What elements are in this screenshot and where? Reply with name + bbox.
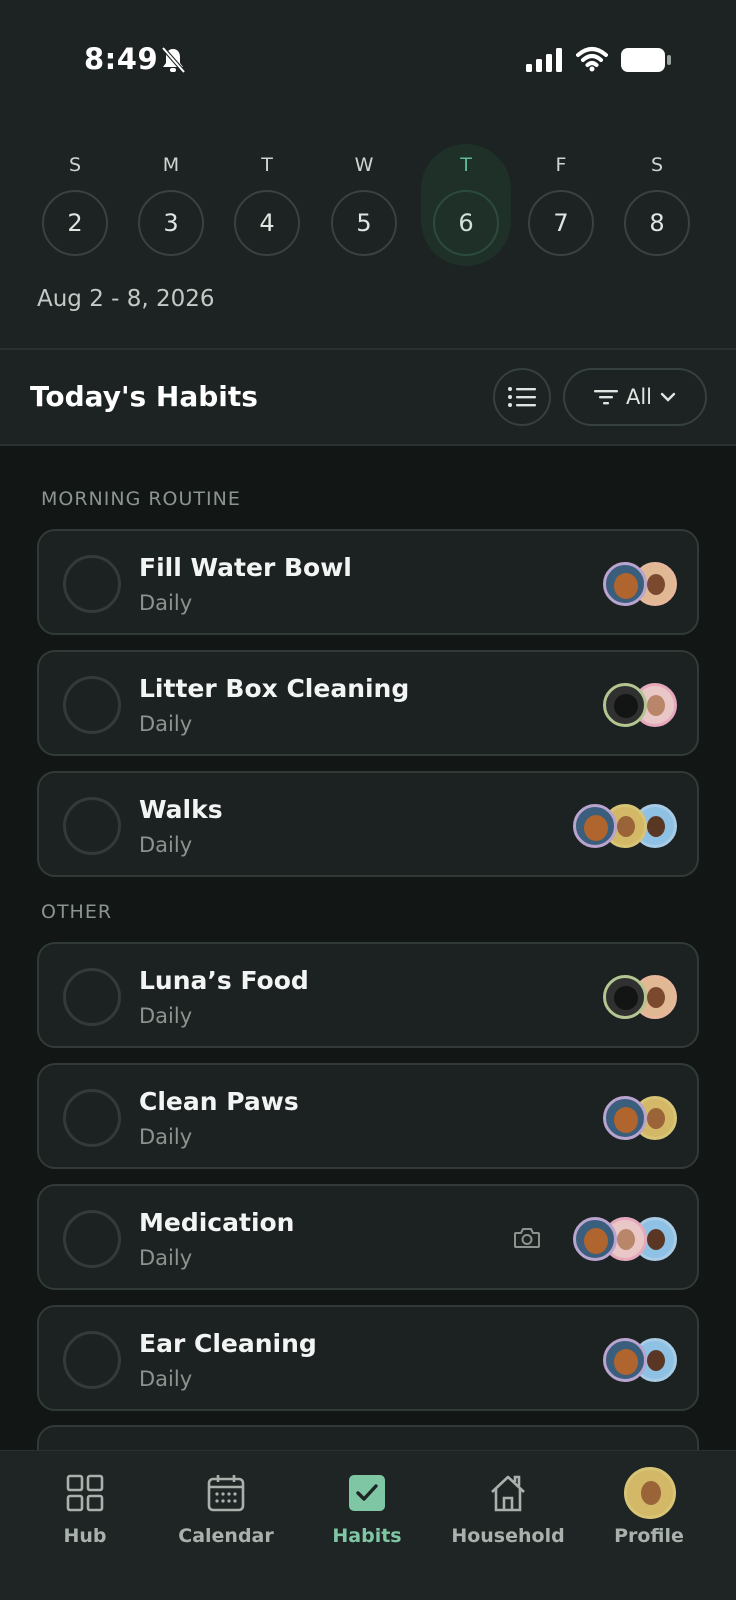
assignee-avatars xyxy=(603,683,677,727)
battery-icon xyxy=(621,48,671,72)
habit-card-walks[interactable]: Walks Daily xyxy=(37,771,699,877)
week-date-range: Aug 2 - 8, 2026 xyxy=(37,286,215,312)
status-bar: 8:49 xyxy=(0,0,736,120)
status-time: 8:49 xyxy=(84,42,159,76)
day-number: 5 xyxy=(331,190,397,256)
pet-avatar xyxy=(573,1217,617,1261)
habits-toolbar: Today's Habits All xyxy=(0,350,736,446)
day-thursday-selected[interactable]: T 6 xyxy=(421,144,511,266)
filter-value: All xyxy=(625,385,653,409)
assignee-avatars xyxy=(603,562,677,606)
tab-calendar[interactable]: Calendar xyxy=(161,1473,291,1573)
habit-name: Ear Cleaning xyxy=(139,1329,317,1358)
pet-avatar xyxy=(603,975,647,1019)
assignee-avatars xyxy=(573,1217,677,1261)
habit-name: Medication xyxy=(139,1208,295,1237)
calendar-icon xyxy=(207,1475,245,1512)
day-number: 7 xyxy=(528,190,594,256)
profile-avatar xyxy=(624,1467,676,1519)
day-number: 8 xyxy=(624,190,690,256)
list-view-button[interactable] xyxy=(493,368,551,426)
list-icon xyxy=(508,387,536,407)
habit-card-litter-box-cleaning[interactable]: Litter Box Cleaning Daily xyxy=(37,650,699,756)
pet-avatar xyxy=(573,804,617,848)
habit-check-circle[interactable] xyxy=(63,676,121,734)
chevron-down-icon xyxy=(660,392,676,402)
habit-card-clean-paws[interactable]: Clean Paws Daily xyxy=(37,1063,699,1169)
section-label-morning-routine: MORNING ROUTINE xyxy=(41,488,241,510)
page-title: Today's Habits xyxy=(30,380,258,413)
habit-name: Fill Water Bowl xyxy=(139,553,352,582)
bottom-tab-bar: Hub Calendar Habits Household Profile xyxy=(0,1450,736,1600)
habit-frequency: Daily xyxy=(139,591,193,615)
day-letter: F xyxy=(555,154,567,176)
assignee-avatars xyxy=(573,804,677,848)
habit-frequency: Daily xyxy=(139,1004,193,1028)
wifi-icon xyxy=(576,47,608,72)
day-sunday[interactable]: S 2 xyxy=(30,144,120,264)
habit-card-ear-cleaning[interactable]: Ear Cleaning Daily xyxy=(37,1305,699,1411)
habit-check-circle[interactable] xyxy=(63,797,121,855)
habit-name: Clean Paws xyxy=(139,1087,299,1116)
day-tuesday[interactable]: T 4 xyxy=(222,144,312,264)
week-strip: S 2 M 3 T 4 W 5 T 6 F 7 S 8 xyxy=(30,144,710,274)
day-wednesday[interactable]: W 5 xyxy=(319,144,409,264)
habit-card-medication[interactable]: Medication Daily xyxy=(37,1184,699,1290)
tab-label: Habits xyxy=(332,1525,402,1547)
habit-name: Litter Box Cleaning xyxy=(139,674,410,703)
assignee-avatars xyxy=(603,1338,677,1382)
day-letter: W xyxy=(354,154,374,176)
habit-name: Luna’s Food xyxy=(139,966,309,995)
tab-label: Profile xyxy=(614,1525,684,1547)
day-letter: T xyxy=(460,154,472,176)
habit-frequency: Daily xyxy=(139,1125,193,1149)
day-monday[interactable]: M 3 xyxy=(126,144,216,264)
day-number: 4 xyxy=(234,190,300,256)
habit-check-circle[interactable] xyxy=(63,1089,121,1147)
habit-frequency: Daily xyxy=(139,1367,193,1391)
day-letter: S xyxy=(68,154,82,176)
habit-check-circle[interactable] xyxy=(63,968,121,1026)
habit-check-circle[interactable] xyxy=(63,1331,121,1389)
habit-check-circle[interactable] xyxy=(63,1210,121,1268)
grid-icon xyxy=(66,1474,104,1512)
pet-avatar xyxy=(603,683,647,727)
tab-hub[interactable]: Hub xyxy=(20,1473,150,1573)
house-icon xyxy=(491,1475,525,1512)
filter-dropdown[interactable]: All xyxy=(563,368,707,426)
day-letter: T xyxy=(261,154,273,176)
tab-label: Calendar xyxy=(178,1525,274,1547)
pet-avatar xyxy=(603,562,647,606)
habit-check-circle[interactable] xyxy=(63,555,121,613)
habit-card-fill-water-bowl[interactable]: Fill Water Bowl Daily xyxy=(37,529,699,635)
day-number: 3 xyxy=(138,190,204,256)
assignee-avatars xyxy=(603,1096,677,1140)
habit-card-lunas-food[interactable]: Luna’s Food Daily xyxy=(37,942,699,1048)
habit-frequency: Daily xyxy=(139,833,193,857)
tab-profile[interactable]: Profile xyxy=(584,1467,714,1573)
section-label-other: OTHER xyxy=(41,901,113,923)
tab-household[interactable]: Household xyxy=(443,1473,573,1573)
tab-label: Hub xyxy=(63,1525,107,1547)
pet-avatar xyxy=(603,1096,647,1140)
habits-check-icon xyxy=(349,1475,385,1511)
day-letter: M xyxy=(162,154,180,176)
day-saturday[interactable]: S 8 xyxy=(612,144,702,264)
cellular-signal-icon xyxy=(526,48,562,72)
day-number: 2 xyxy=(42,190,108,256)
habit-frequency: Daily xyxy=(139,1246,193,1270)
tab-habits[interactable]: Habits xyxy=(302,1473,432,1573)
habit-name: Walks xyxy=(139,795,223,824)
camera-icon[interactable] xyxy=(513,1226,541,1250)
tab-label: Household xyxy=(451,1525,565,1547)
bell-off-icon xyxy=(161,46,186,74)
header-panel: 8:49 S 2 M 3 T 4 W 5 T 6 F 7 S 8 Aug 2 -… xyxy=(0,0,736,350)
pet-avatar xyxy=(603,1338,647,1382)
habit-frequency: Daily xyxy=(139,712,193,736)
day-number: 6 xyxy=(433,190,499,256)
assignee-avatars xyxy=(603,975,677,1019)
day-friday[interactable]: F 7 xyxy=(516,144,606,264)
day-letter: S xyxy=(650,154,664,176)
filter-icon xyxy=(593,390,618,405)
